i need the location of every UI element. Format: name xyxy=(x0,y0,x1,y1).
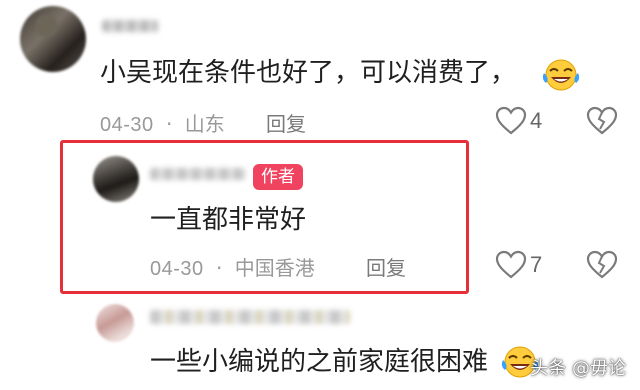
comment-meta: 04-30 · 中国香港 xyxy=(150,256,315,280)
comment-meta: 04-30 · 山东 xyxy=(100,112,225,136)
avatar[interactable] xyxy=(93,156,139,202)
watermark: 头条 @毋论 xyxy=(530,358,626,379)
username-blurred[interactable] xyxy=(150,168,246,180)
comment-text: 小吴现在条件也好了，可以消费了， xyxy=(100,58,517,88)
broken-heart-icon[interactable] xyxy=(586,250,618,280)
username-blurred[interactable] xyxy=(150,310,350,324)
username-blurred[interactable] xyxy=(102,20,158,32)
heart-outline-icon[interactable] xyxy=(495,250,527,280)
reply-button[interactable]: 回复 xyxy=(366,252,406,281)
author-badge: 作者 xyxy=(253,164,303,190)
avatar[interactable] xyxy=(20,6,86,72)
comment-text: 一直都非常好 xyxy=(150,205,307,235)
comment-text: 一些小编说的之前家庭很困难 xyxy=(150,347,489,377)
laughing-crying-emoji xyxy=(542,59,580,91)
reply-button[interactable]: 回复 xyxy=(266,108,306,137)
broken-heart-icon[interactable] xyxy=(586,106,618,136)
like-count: 4 xyxy=(530,108,543,133)
heart-outline-icon[interactable] xyxy=(495,106,527,136)
avatar[interactable] xyxy=(96,304,134,342)
like-count: 7 xyxy=(530,252,543,277)
